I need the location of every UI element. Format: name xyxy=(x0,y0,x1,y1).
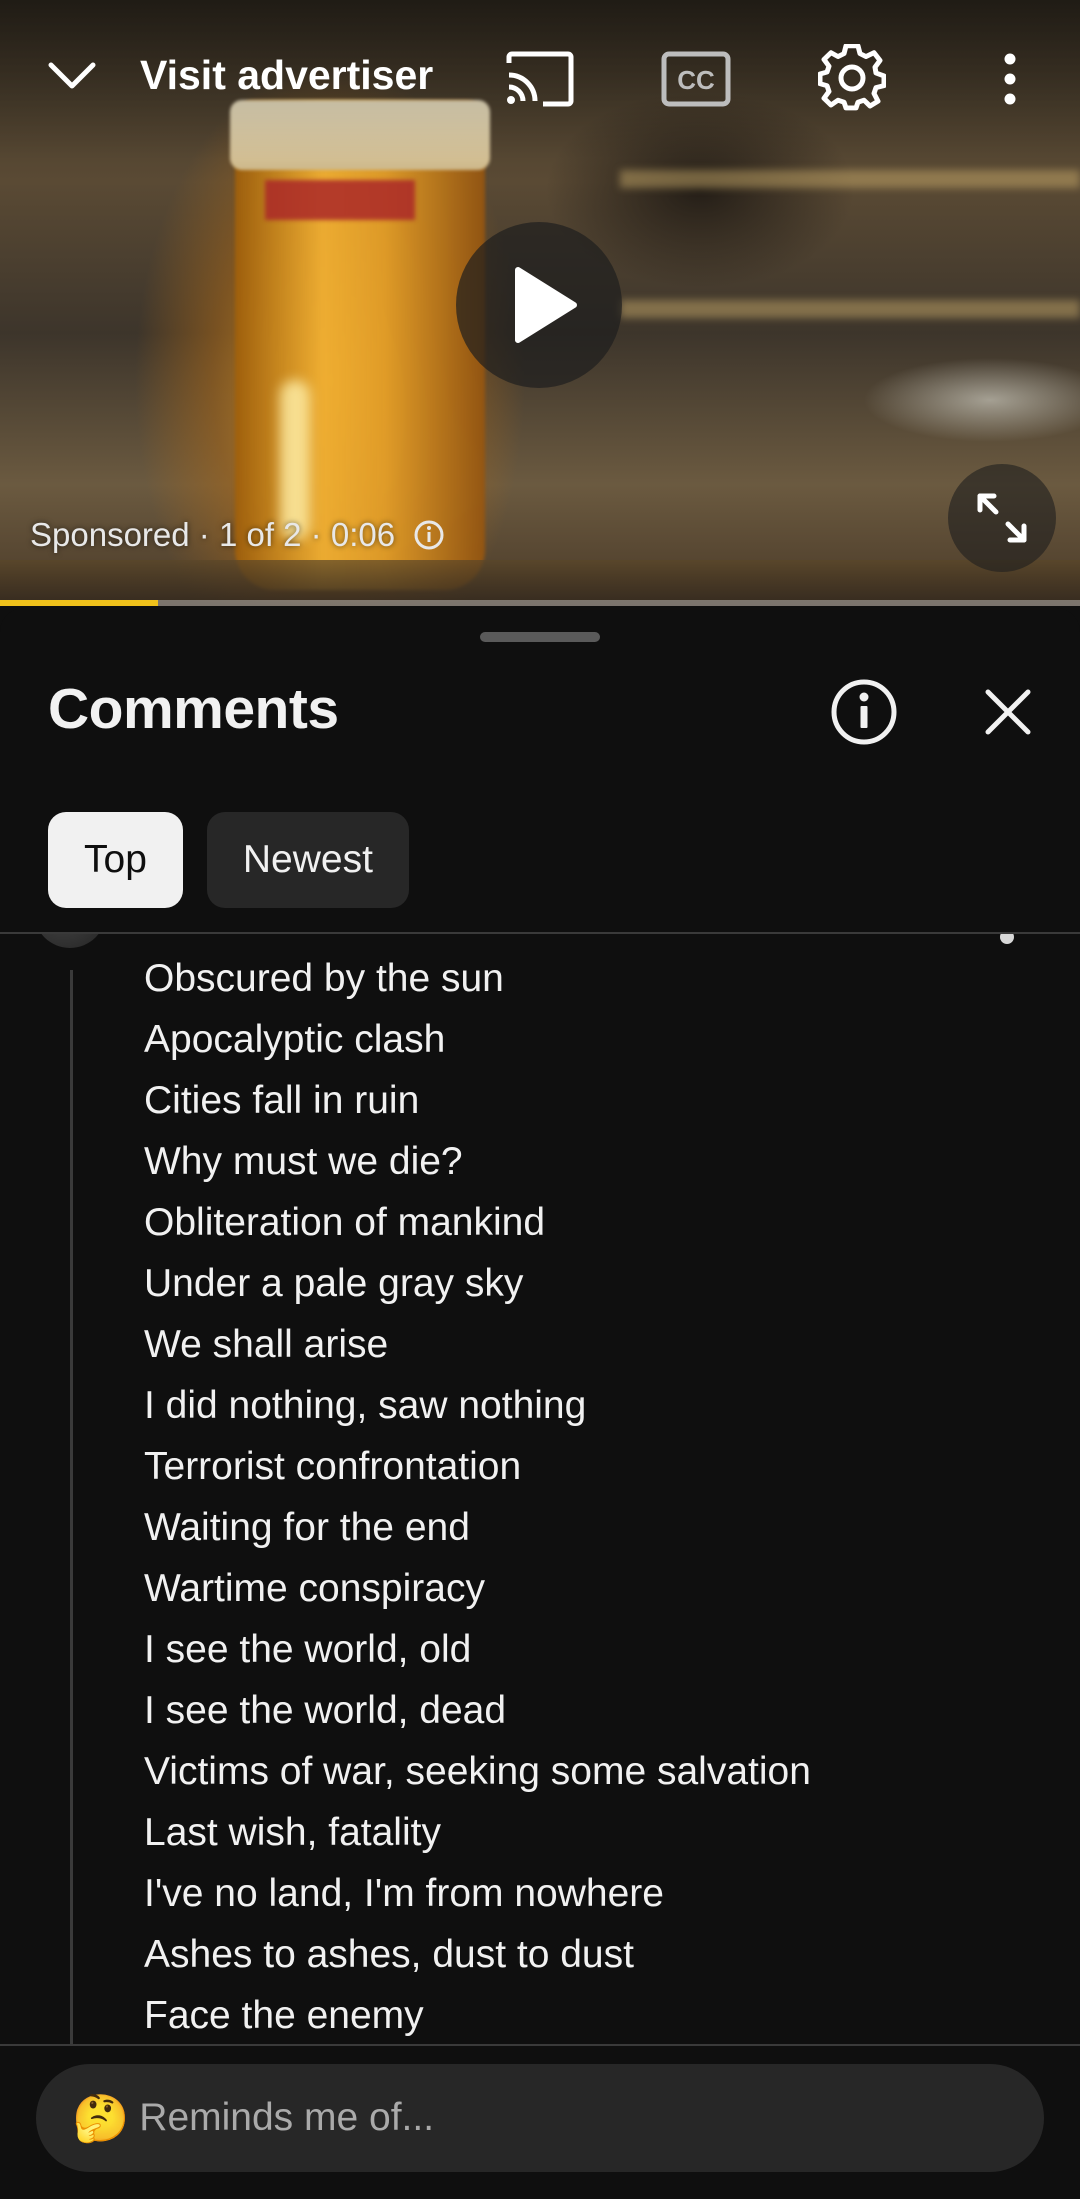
comment-line: Victims of war, seeking some salvation xyxy=(144,1750,811,1793)
comment-line: I see the world, dead xyxy=(144,1689,507,1732)
thinking-emoji-icon: 🤔 xyxy=(72,2092,130,2144)
visit-advertiser-link[interactable]: Visit advertiser xyxy=(140,52,433,99)
comment-line: Last wish, fatality xyxy=(144,1811,441,1854)
video-player[interactable]: Visit advertiser CC Sponsored · 1 of 2 ·… xyxy=(0,0,1080,606)
fullscreen-expand-icon xyxy=(977,493,1027,543)
info-icon[interactable] xyxy=(413,519,445,551)
divider xyxy=(0,2044,1080,2046)
comment-line: Cities fall in ruin xyxy=(144,1079,420,1122)
comment-line: Under a pale gray sky xyxy=(144,1262,524,1305)
panel-title: Comments xyxy=(48,677,339,741)
comments-info-button[interactable] xyxy=(828,676,900,748)
background-shelf xyxy=(620,300,1080,318)
settings-button[interactable] xyxy=(812,38,892,118)
beer-glass-logo xyxy=(265,180,415,220)
sort-chips: Top Newest xyxy=(48,812,409,908)
comment-thread[interactable]: Obscured by the sun Apocalyptic clash Ci… xyxy=(0,934,1080,2044)
ad-progress-bar[interactable] xyxy=(0,600,1080,606)
svg-text:CC: CC xyxy=(677,65,715,95)
chevron-down-icon xyxy=(48,62,96,89)
more-options-button[interactable] xyxy=(980,44,1040,114)
closed-captions-button[interactable]: CC xyxy=(656,44,736,114)
player-top-controls: Visit advertiser CC xyxy=(0,0,1080,160)
more-vert-icon xyxy=(1004,53,1016,105)
comment-line: Apocalyptic clash xyxy=(144,1018,446,1061)
comment-line: Ashes to ashes, dust to dust xyxy=(144,1933,634,1976)
comment-line: I've no land, I'm from nowhere xyxy=(144,1872,664,1915)
drag-handle[interactable] xyxy=(480,632,600,642)
ad-progress-fill xyxy=(0,600,158,606)
comment-line: Why must we die? xyxy=(144,1140,463,1183)
chip-newest[interactable]: Newest xyxy=(206,812,409,908)
background-shelf xyxy=(620,170,1080,188)
add-comment-input[interactable]: 🤔 Reminds me of... xyxy=(36,2064,1044,2172)
closed-captions-icon: CC xyxy=(661,51,731,107)
comment-body: Obscured by the sun Apocalyptic clash Ci… xyxy=(144,948,1044,2044)
comment-line: I did nothing, saw nothing xyxy=(144,1384,587,1427)
comment-line: Obscured by the sun xyxy=(144,957,504,1000)
close-comments-button[interactable] xyxy=(972,676,1044,748)
comment-line: Wartime conspiracy xyxy=(144,1567,485,1610)
thread-line xyxy=(70,970,73,2044)
settings-gear-icon xyxy=(818,44,886,111)
cast-button[interactable] xyxy=(500,44,580,114)
play-icon xyxy=(515,267,577,343)
comment-line: I see the world, old xyxy=(144,1628,472,1671)
chip-top[interactable]: Top xyxy=(48,812,183,908)
collapse-button[interactable] xyxy=(36,40,108,112)
close-icon xyxy=(985,689,1031,735)
info-icon xyxy=(831,679,897,745)
comment-line: We shall arise xyxy=(144,1323,389,1366)
cast-icon xyxy=(506,51,574,107)
comment-line: Obliteration of mankind xyxy=(144,1201,546,1244)
comment-line: Waiting for the end xyxy=(144,1506,470,1549)
fullscreen-button[interactable] xyxy=(948,464,1056,572)
ad-status-text: Sponsored · 1 of 2 · 0:06 xyxy=(30,516,396,553)
app-screen: Visit advertiser CC Sponsored · 1 of 2 ·… xyxy=(0,0,1080,2199)
add-comment-placeholder: Reminds me of... xyxy=(139,2096,435,2139)
comment-more-options[interactable] xyxy=(1000,934,1014,944)
play-button[interactable] xyxy=(456,222,622,388)
comment-line: Face the enemy xyxy=(144,1994,424,2037)
comment-line: Terrorist confrontation xyxy=(144,1445,522,1488)
avatar[interactable] xyxy=(34,934,106,948)
ad-status: Sponsored · 1 of 2 · 0:06 xyxy=(30,516,445,554)
